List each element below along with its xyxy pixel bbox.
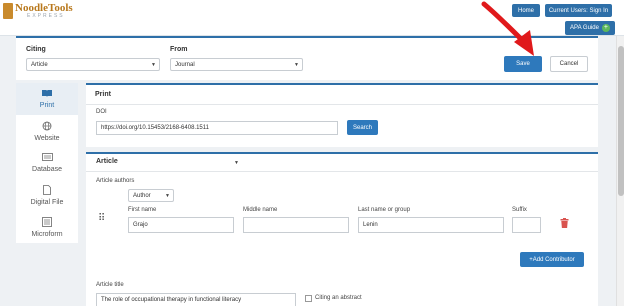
sidebar-item-label: Website [34, 134, 60, 142]
add-contributor-button[interactable]: +Add Contributor [520, 252, 584, 267]
red-arrow-annotation [481, 1, 534, 56]
article-title-input[interactable]: The role of occupational therapy in func… [96, 293, 296, 306]
noodletools-logo[interactable]: NoodleTools EXPRESS [3, 2, 73, 19]
suffix-input[interactable] [512, 217, 541, 233]
logo-subtext: EXPRESS [27, 13, 65, 19]
database-icon [41, 153, 53, 164]
contributor-role-value: Author [133, 192, 151, 199]
citing-select-value: Article [31, 61, 48, 68]
citing-select[interactable]: Article ▼ [26, 58, 160, 71]
article-section-select[interactable]: Article [96, 158, 118, 165]
sidebar-item-microform[interactable]: Microform [16, 211, 78, 243]
first-name-input[interactable]: Grajo [128, 217, 234, 233]
doi-input[interactable]: https://doi.org/10.15453/2168-6408.1511 [96, 121, 338, 135]
doi-search-button[interactable]: Search [347, 120, 378, 135]
middle-name-input[interactable] [243, 217, 349, 233]
citing-label: Citing [26, 46, 46, 53]
book-icon [41, 89, 53, 100]
page-scrollbar[interactable] [616, 36, 624, 306]
sidebar-item-label: Print [39, 102, 55, 109]
print-panel-title: Print [95, 91, 111, 98]
plus-icon: + [601, 24, 610, 32]
sidebar-item-digital-file[interactable]: Digital File [16, 179, 78, 211]
from-select[interactable]: Journal ▼ [170, 58, 303, 71]
sidebar-item-label: Digital File [30, 198, 64, 206]
apa-guide-button[interactable]: APA Guide + [565, 21, 615, 35]
file-icon [43, 184, 51, 197]
source-type-nav: Print Website Database Digital File Micr… [16, 83, 78, 243]
sign-in-button[interactable]: Current Users: Sign In [545, 4, 612, 17]
globe-icon [42, 121, 52, 133]
scrollbar-thumb[interactable] [618, 46, 624, 196]
article-authors-label: Article authors [96, 178, 135, 184]
divider [86, 104, 598, 105]
last-name-input[interactable]: Lenin [358, 217, 504, 233]
divider [86, 171, 598, 172]
logo-mark-icon [3, 3, 13, 19]
last-name-label: Last name or group [358, 207, 411, 213]
citing-abstract-checkbox[interactable] [305, 295, 312, 302]
cancel-button[interactable]: Cancel [550, 56, 588, 72]
from-select-value: Journal [175, 61, 195, 68]
drag-handle-icon[interactable]: ⠿ [98, 213, 105, 224]
from-label: From [170, 46, 188, 53]
first-name-label: First name [128, 207, 157, 213]
sidebar-item-print[interactable]: Print [16, 83, 78, 115]
chevron-down-icon: ▼ [165, 193, 170, 199]
suffix-label: Suffix [512, 207, 527, 213]
contributor-role-select[interactable]: Author ▼ [128, 189, 174, 202]
sidebar-item-label: Database [32, 166, 62, 173]
sidebar-item-database[interactable]: Database [16, 147, 78, 179]
microform-icon [42, 216, 52, 229]
trash-icon[interactable] [560, 218, 569, 228]
article-title-label: Article title [96, 282, 124, 288]
citing-abstract-label: Citing an abstract [315, 295, 362, 301]
sidebar-item-label: Microform [31, 230, 63, 238]
print-panel: Print [86, 83, 598, 147]
chevron-down-icon[interactable]: ▼ [234, 160, 239, 166]
chevron-down-icon: ▼ [294, 62, 299, 68]
sidebar-item-website[interactable]: Website [16, 115, 78, 147]
chevron-down-icon: ▼ [151, 62, 156, 68]
doi-label: DOI [96, 109, 107, 115]
middle-name-label: Middle name [243, 207, 278, 213]
apa-guide-label: APA Guide [570, 25, 599, 31]
